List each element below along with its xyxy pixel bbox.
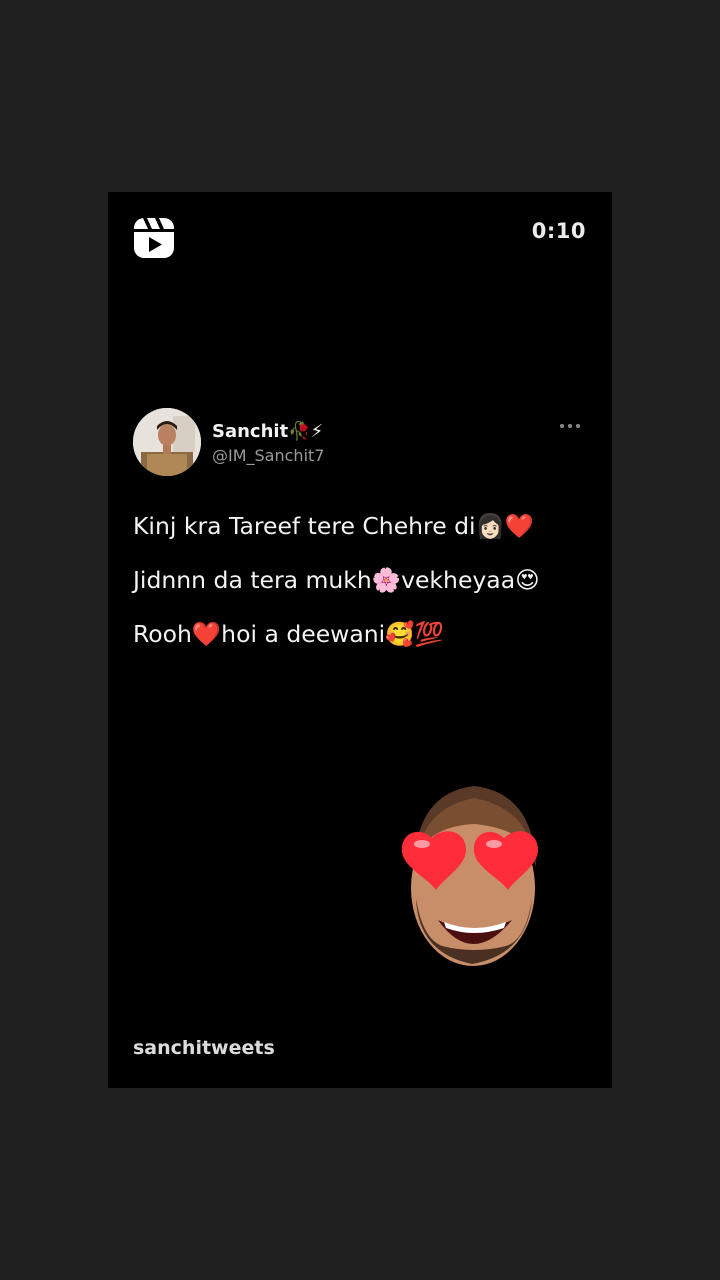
more-options-icon[interactable] xyxy=(560,422,580,430)
tweet-header: Sanchit🥀⚡ @IM_Sanchit7 xyxy=(133,408,588,478)
tweet-line: Jidnnn da tera mukh🌸vekheyaa😍 xyxy=(133,566,540,594)
memoji-heart-eyes-icon xyxy=(401,786,538,966)
avatar[interactable] xyxy=(133,408,201,476)
tweet-card: Sanchit🥀⚡ @IM_Sanchit7 Kinj kra Tareef t… xyxy=(133,408,588,655)
avatar-photo xyxy=(133,408,201,476)
tweet-text: Kinj kra Tareef tere Chehre di👩🏻❤️ Jidnn… xyxy=(133,506,588,655)
instagram-reels-icon[interactable] xyxy=(132,216,176,260)
tweet-line: Kinj kra Tareef tere Chehre di👩🏻❤️ xyxy=(133,512,535,540)
user-handle[interactable]: @IM_Sanchit7 xyxy=(212,446,324,465)
display-name[interactable]: Sanchit🥀⚡ xyxy=(212,421,323,442)
account-name[interactable]: sanchitweets xyxy=(133,1037,275,1059)
reel-card[interactable]: 0:10 Sanchit🥀⚡ @IM_Sanchit7 Kinj kra Tar… xyxy=(108,192,612,1088)
tweet-line: Rooh❤️hoi a deewani🥰💯 xyxy=(133,620,444,648)
video-timer: 0:10 xyxy=(531,219,586,243)
